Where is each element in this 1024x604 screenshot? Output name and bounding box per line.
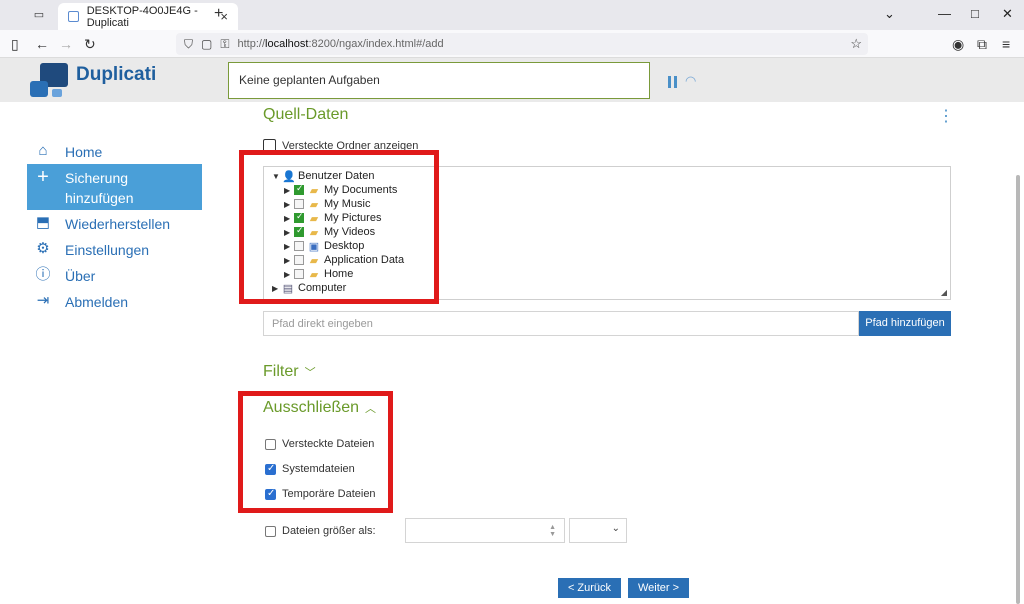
account-icon[interactable]: ◉ — [952, 36, 964, 52]
sidebar-toggle-icon[interactable]: ▯ — [11, 36, 19, 52]
bookmark-star-icon[interactable]: ☆ — [850, 36, 862, 52]
shield-icon: ⛉ — [184, 36, 194, 51]
key-icon: ⚿ — [220, 36, 230, 51]
browser-tab[interactable]: DESKTOP-4O0JE4G - Duplicati × — [58, 3, 238, 30]
home-icon: ⌂ — [38, 142, 48, 159]
minimize-icon[interactable]: — — [938, 6, 951, 21]
size-number-input[interactable]: ▲ ▼ — [405, 518, 565, 543]
tab-menu-chevron-icon[interactable]: ⌄ — [884, 6, 895, 22]
browser-tab-bar: ▭ DESKTOP-4O0JE4G - Duplicati × + ⌄ — □ … — [0, 0, 1024, 30]
chevron-down-icon: ﹀ — [304, 367, 316, 379]
back-arrow-icon[interactable]: ← — [35, 36, 49, 52]
sidebar-item-home[interactable]: ⌂ Home — [27, 138, 202, 164]
sidebar-item-settings[interactable]: ⚙ Einstellungen — [27, 236, 202, 262]
add-path-button[interactable]: Pfad hinzufügen — [859, 311, 951, 336]
checkbox-box[interactable] — [265, 525, 276, 537]
sidebar-item-label: Wiederherstellen — [65, 216, 171, 232]
extensions-icon[interactable]: ⧉ — [977, 36, 987, 52]
reload-icon[interactable]: ↻ — [84, 36, 96, 52]
resize-grip-icon[interactable]: ◢ — [941, 288, 947, 297]
sidebar: ⌂ Home + Sicherung hinzufügen ⬒ Wiederhe… — [27, 138, 202, 314]
checkbox-label: Dateien größer als: — [282, 525, 376, 537]
throttle-icon[interactable]: ◠ — [685, 73, 696, 89]
filter-title: Filter — [263, 363, 299, 380]
app-header: Duplicati Keine geplanten Aufgaben ◠ — [0, 58, 1024, 102]
info-icon: ⓘ — [35, 266, 51, 283]
tab-list-icon[interactable]: ▭ — [32, 8, 46, 22]
plus-icon: + — [37, 166, 49, 188]
page-icon: ▢ — [201, 37, 213, 51]
restore-icon: ⬒ — [35, 214, 51, 231]
maximize-icon[interactable]: □ — [971, 6, 979, 21]
chevron-down-icon: ⌄ — [611, 523, 620, 534]
size-unit-select[interactable]: ⌄ — [569, 518, 627, 543]
close-window-icon[interactable]: ✕ — [1002, 6, 1013, 22]
sidebar-item-label: Home — [65, 144, 103, 160]
pause-icon[interactable] — [668, 76, 678, 88]
sidebar-item-label: Über — [65, 268, 96, 284]
sidebar-item-add-backup[interactable]: + Sicherung hinzufügen — [27, 164, 202, 210]
larger-than-checkbox[interactable]: Dateien größer als: — [265, 525, 376, 537]
sidebar-item-label: Einstellungen — [65, 242, 150, 258]
new-tab-icon[interactable]: + — [214, 5, 223, 23]
back-button[interactable]: < Zurück — [558, 578, 621, 598]
red-highlight-box-exclude — [238, 391, 393, 513]
url-host: localhost — [265, 38, 309, 50]
url-path: :8200/ngax/index.html#/add — [308, 38, 444, 50]
next-button[interactable]: Weiter > — [628, 578, 689, 598]
menu-icon[interactable]: ≡ — [1002, 36, 1010, 52]
sidebar-item-restore[interactable]: ⬒ Wiederherstellen — [27, 210, 202, 236]
more-options-icon[interactable]: ⋮ — [938, 106, 954, 126]
path-input[interactable]: Pfad direkt eingeben — [263, 311, 859, 336]
spinner-icon[interactable]: ▲ ▼ — [549, 524, 556, 538]
url-prefix: http:// — [237, 38, 266, 50]
browser-nav-bar: ▯ ← → ↻ ⛉ ▢ ⚿ http://localhost:8200/ngax… — [0, 30, 1024, 58]
red-highlight-box-tree — [239, 150, 439, 304]
page-scrollbar[interactable] — [1016, 175, 1020, 604]
gear-icon: ⚙ — [36, 240, 50, 257]
brand-name[interactable]: Duplicati — [76, 64, 156, 86]
sidebar-item-about[interactable]: ⓘ Über — [27, 262, 202, 288]
sidebar-item-logout[interactable]: ⇥ Abmelden — [27, 288, 202, 314]
forward-arrow-icon[interactable]: → — [59, 36, 73, 52]
duplicati-logo[interactable] — [30, 63, 72, 101]
url-bar[interactable]: ⛉ ▢ ⚿ http://localhost:8200/ngax/index.h… — [176, 33, 868, 55]
tab-favicon-icon — [68, 11, 79, 22]
logout-icon: ⇥ — [36, 292, 50, 309]
sidebar-item-label: Abmelden — [65, 294, 129, 310]
page-title: Quell-Daten — [263, 106, 349, 123]
status-box: Keine geplanten Aufgaben — [228, 62, 650, 99]
filter-toggle[interactable]: Filter ﹀ — [263, 363, 316, 381]
sidebar-item-label: Sicherung hinzufügen — [65, 170, 134, 206]
